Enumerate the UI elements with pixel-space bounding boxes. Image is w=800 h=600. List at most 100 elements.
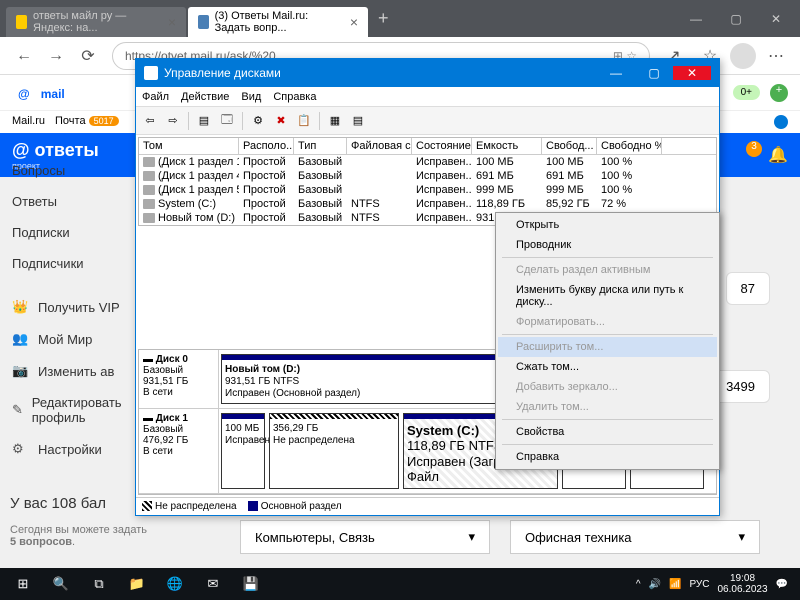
toolbar: ⇦ ⇨ ▤ 🗔 ⚙ ✖ 📋 ▦ ▤ xyxy=(136,107,719,135)
layout-icon[interactable]: ▤ xyxy=(348,111,368,131)
action-icon[interactable]: ⚙ xyxy=(248,111,268,131)
chevron-down-icon: ▾ xyxy=(738,529,745,545)
lang-indicator[interactable]: РУС xyxy=(689,579,709,590)
notifications-icon[interactable]: 💬 xyxy=(776,579,788,590)
sidebar-item-avatar[interactable]: 📷Изменить ав xyxy=(0,355,140,387)
table-row[interactable]: System (C:)ПростойБазовыйNTFSИсправен...… xyxy=(139,197,716,211)
table-header: Том Располо... Тип Файловая с... Состоян… xyxy=(139,138,716,155)
window-titlebar[interactable]: Управление дисками — ▢ ✕ xyxy=(136,59,719,87)
context-menu-item[interactable]: Проводник xyxy=(498,235,717,255)
new-tab-button[interactable]: + xyxy=(368,8,399,29)
stat-badge: 87 xyxy=(726,272,770,305)
forward-icon[interactable]: ⇨ xyxy=(163,111,183,131)
window-minimize-button[interactable]: — xyxy=(597,66,635,80)
table-row[interactable]: (Диск 1 раздел 4)ПростойБазовыйИсправен.… xyxy=(139,169,716,183)
nav-pochta[interactable]: Почта 5017 xyxy=(55,115,119,129)
subcategory-select[interactable]: Офисная техника▾ xyxy=(510,520,760,554)
taskbar-app[interactable]: 🌐 xyxy=(156,570,194,598)
taskbar-app[interactable]: ✉ xyxy=(194,570,232,598)
browser-tab-1[interactable]: ответы майл ру — Яндекс: на... × xyxy=(6,7,186,37)
yandex-icon xyxy=(16,15,27,29)
col-volume[interactable]: Том xyxy=(139,138,239,154)
context-menu-item[interactable]: Сжать том... xyxy=(498,357,717,377)
col-free[interactable]: Свобод... xyxy=(542,138,597,154)
legend-primary-icon xyxy=(248,501,258,511)
col-fs[interactable]: Файловая с... xyxy=(347,138,412,154)
nav-mailru[interactable]: Mail.ru xyxy=(12,115,45,129)
context-menu-item: Расширить том... xyxy=(498,337,717,357)
context-menu-item[interactable]: Свойства xyxy=(498,422,717,442)
forward-button[interactable]: → xyxy=(40,40,72,72)
table-row[interactable]: (Диск 1 раздел 1)ПростойБазовыйИсправен.… xyxy=(139,155,716,169)
app-icon[interactable] xyxy=(774,115,788,129)
window-minimize-button[interactable]: — xyxy=(676,4,716,34)
close-icon[interactable]: × xyxy=(350,14,358,30)
category-select[interactable]: Компьютеры, Связь▾ xyxy=(240,520,490,554)
otvet-sidebar: Вопросы Ответы Подписки Подписчики 👑Полу… xyxy=(0,155,140,465)
menu-help[interactable]: Справка xyxy=(273,91,316,103)
sidebar-item-mymir[interactable]: 👥Мой Мир xyxy=(0,323,140,355)
wifi-icon[interactable]: 📶 xyxy=(669,579,681,590)
bell-icon[interactable]: 🔔 xyxy=(768,145,788,165)
balance-text: У вас 108 бал xyxy=(10,495,147,512)
taskbar-app[interactable]: 💾 xyxy=(232,570,270,598)
menu-view[interactable]: Вид xyxy=(241,91,261,103)
balance-section: У вас 108 бал Сегодня вы можете задать 5… xyxy=(10,495,147,548)
sidebar-item-followers[interactable]: Подписчики xyxy=(0,248,140,279)
task-view-icon[interactable]: ⧉ xyxy=(80,570,118,598)
notifications-badge: 3 xyxy=(746,141,762,157)
crown-icon: 👑 xyxy=(12,299,30,315)
browser-tab-2[interactable]: (3) Ответы Mail.ru: Задать вопр... × xyxy=(188,7,368,37)
menu-file[interactable]: Файл xyxy=(142,91,169,103)
tray-up-icon[interactable]: ^ xyxy=(636,579,641,590)
context-menu-item[interactable]: Справка xyxy=(498,447,717,467)
disk-label[interactable]: ▬ Диск 1 Базовый 476,92 ГБ В сети xyxy=(139,409,219,493)
app-icon xyxy=(144,66,158,80)
sidebar-item-settings[interactable]: ⚙Настройки xyxy=(0,433,140,465)
back-button[interactable]: ← xyxy=(8,40,40,72)
layout-icon[interactable]: ▦ xyxy=(325,111,345,131)
volume-icon[interactable]: 🔊 xyxy=(649,579,661,590)
clock[interactable]: 19:08 06.06.2023 xyxy=(717,573,767,595)
tab-title: ответы майл ру — Яндекс: на... xyxy=(33,10,160,34)
context-menu-item: Сделать раздел активным xyxy=(498,260,717,280)
view-icon[interactable]: ▤ xyxy=(194,111,214,131)
x-icon[interactable]: ✖ xyxy=(271,111,291,131)
context-menu-item[interactable]: Изменить букву диска или путь к диску... xyxy=(498,280,717,312)
menu-action[interactable]: Действие xyxy=(181,91,229,103)
close-icon[interactable]: × xyxy=(168,14,176,30)
taskbar-app[interactable]: 📁 xyxy=(118,570,156,598)
sidebar-item-vip[interactable]: 👑Получить VIP xyxy=(0,291,140,323)
context-menu-item[interactable]: Открыть xyxy=(498,215,717,235)
sidebar-item-edit[interactable]: ✎Редактировать профиль xyxy=(0,387,140,433)
col-freepct[interactable]: Свободно % xyxy=(597,138,662,154)
mail-logo[interactable]: @ mail xyxy=(12,82,65,103)
col-layout[interactable]: Располо... xyxy=(239,138,294,154)
start-button[interactable]: ⊞ xyxy=(4,570,42,598)
sidebar-item-subs[interactable]: Подписки xyxy=(0,217,140,248)
col-status[interactable]: Состояние xyxy=(412,138,472,154)
menu-button[interactable]: ⋯ xyxy=(760,40,792,72)
props-icon[interactable]: 📋 xyxy=(294,111,314,131)
category-row: Компьютеры, Связь▾ Офисная техника▾ xyxy=(240,520,760,554)
window-maximize-button[interactable]: ▢ xyxy=(635,66,673,80)
refresh-icon[interactable]: 🗔 xyxy=(217,111,237,131)
disk-label[interactable]: ▬ Диск 0 Базовый 931,51 ГБ В сети xyxy=(139,350,219,408)
window-maximize-button[interactable]: ▢ xyxy=(716,4,756,34)
window-close-button[interactable]: ✕ xyxy=(756,4,796,34)
table-row[interactable]: (Диск 1 раздел 5)ПростойБазовыйИсправен.… xyxy=(139,183,716,197)
partition[interactable]: 100 МБИсправен xyxy=(221,413,265,489)
plus-icon[interactable]: + xyxy=(770,84,788,102)
profile-avatar[interactable] xyxy=(730,43,756,69)
col-capacity[interactable]: Емкость xyxy=(472,138,542,154)
back-icon[interactable]: ⇦ xyxy=(140,111,160,131)
people-icon: 👥 xyxy=(12,331,30,347)
search-icon[interactable]: 🔍 xyxy=(42,570,80,598)
sidebar-item-questions[interactable]: Вопросы xyxy=(0,155,140,186)
col-type[interactable]: Тип xyxy=(294,138,347,154)
context-menu-item: Форматировать... xyxy=(498,312,717,332)
reload-button[interactable]: ⟳ xyxy=(72,40,104,72)
sidebar-item-answers[interactable]: Ответы xyxy=(0,186,140,217)
window-close-button[interactable]: ✕ xyxy=(673,66,711,80)
partition-unallocated[interactable]: 356,29 ГБНе распределена xyxy=(269,413,399,489)
